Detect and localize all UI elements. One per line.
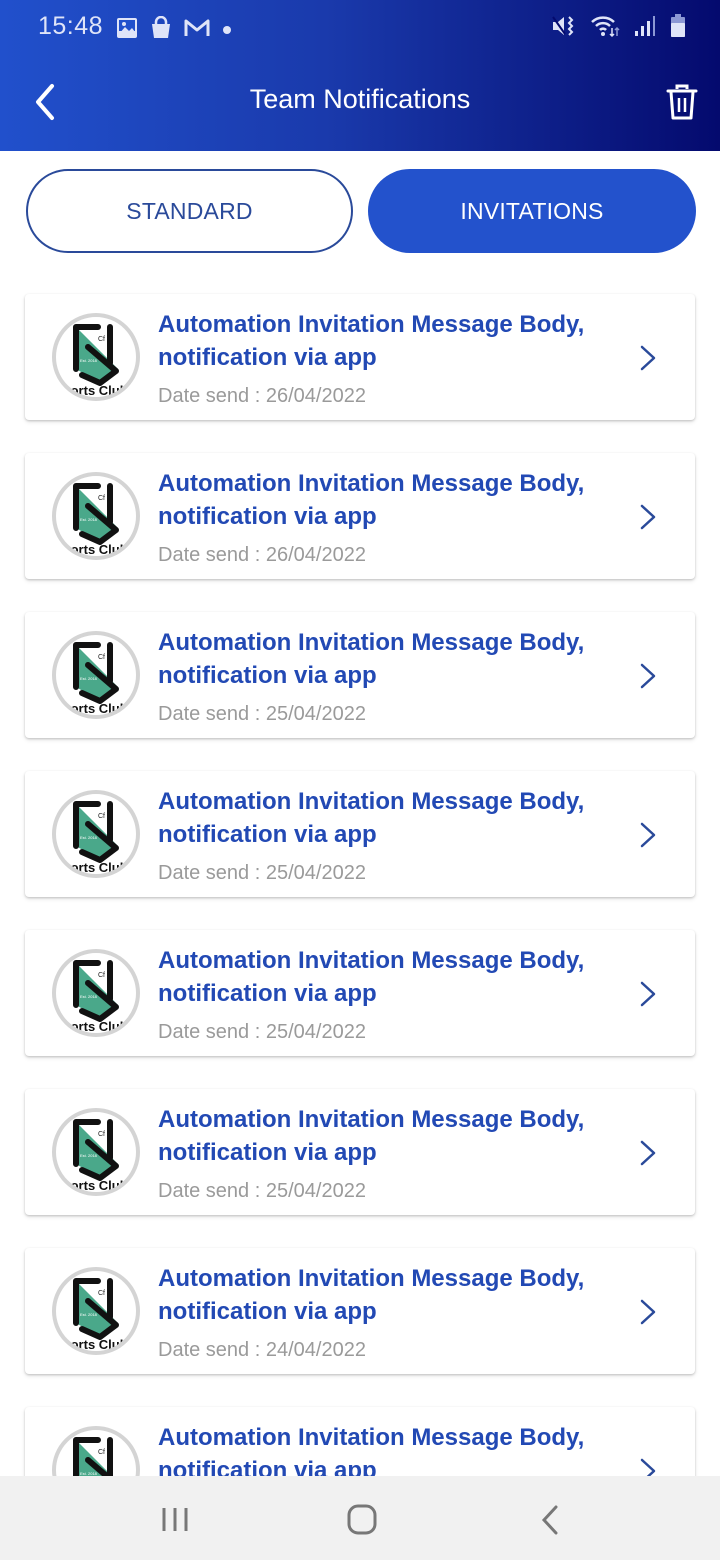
logo-initials: Cf: [98, 1449, 105, 1456]
notification-title: Automation Invitation Message Body, noti…: [158, 947, 585, 1007]
notification-date: Date send : 25/04/2022: [158, 703, 366, 725]
notification-title: Automation Invitation Message Body, noti…: [158, 311, 585, 371]
logo-initials: Cf: [98, 336, 105, 343]
notification-title: Automation Invitation Message Body, noti…: [158, 788, 585, 848]
chevron-right-icon: [640, 663, 656, 689]
notification-item[interactable]: Cf Est. 2018 Sports Club Automation Invi…: [25, 771, 695, 897]
logo-initials: Cf: [98, 654, 105, 661]
gallery-icon: [116, 17, 138, 44]
wifi-icon: [590, 14, 620, 43]
logo-name: Sports Club: [56, 383, 128, 397]
home-button[interactable]: [342, 1500, 382, 1540]
logo-name: Sports Club: [56, 1178, 128, 1192]
notification-item[interactable]: Cf Est. 2018 Sports Club Automation Invi…: [25, 1089, 695, 1215]
chevron-right-icon: [640, 504, 656, 530]
system-back-button[interactable]: [530, 1500, 570, 1540]
chevron-right-icon: [640, 981, 656, 1007]
delete-button[interactable]: [664, 84, 700, 122]
page-title: Team Notifications: [249, 84, 471, 114]
gmail-icon: [184, 18, 210, 43]
notification-title: Automation Invitation Message Body, noti…: [158, 1265, 585, 1325]
logo-est: Est. 2018: [80, 358, 98, 363]
logo-est: Est. 2018: [80, 1312, 98, 1317]
logo-initials: Cf: [98, 972, 105, 979]
back-icon: [541, 1505, 558, 1535]
notification-date: Date send : 26/04/2022: [158, 385, 366, 407]
tab-invitations[interactable]: INVITATIONS: [368, 169, 696, 253]
logo-name: Sports Club: [56, 701, 128, 715]
notification-item[interactable]: Cf Est. 2018 Sports Club Automation Invi…: [25, 930, 695, 1056]
dot-icon: [222, 22, 232, 40]
logo-name: Sports Club: [56, 542, 128, 556]
club-logo: Cf Est. 2018 Sports Club: [52, 949, 140, 1037]
logo-est: Est. 2018: [80, 517, 98, 522]
status-time: 15:48: [38, 12, 104, 40]
notification-item[interactable]: Cf Est. 2018 Sports Club Automation Invi…: [25, 1248, 695, 1374]
mute-vibrate-icon: [552, 14, 576, 43]
logo-est: Est. 2018: [80, 994, 98, 999]
logo-name: Sports Club: [56, 1019, 128, 1033]
tab-standard[interactable]: STANDARD: [26, 169, 353, 253]
notification-item[interactable]: Cf Est. 2018 Sports Club Automation Invi…: [25, 294, 695, 420]
notification-date: Date send : 25/04/2022: [158, 1180, 366, 1202]
club-logo: Cf Est. 2018 Sports Club: [52, 313, 140, 401]
notification-date: Date send : 24/04/2022: [158, 1339, 366, 1361]
status-bar: 15:48: [0, 0, 720, 56]
recent-apps-button[interactable]: [155, 1500, 195, 1540]
notification-tabs: STANDARD INVITATIONS: [26, 169, 696, 253]
club-logo: Cf Est. 2018 Sports Club: [52, 1267, 140, 1355]
notification-title: Automation Invitation Message Body, noti…: [158, 629, 585, 689]
logo-initials: Cf: [98, 1131, 105, 1138]
notification-item[interactable]: Cf Est. 2018 Sports Club Automation Invi…: [25, 453, 695, 579]
chevron-right-icon: [640, 1140, 656, 1166]
logo-initials: Cf: [98, 813, 105, 820]
logo-est: Est. 2018: [80, 835, 98, 840]
trash-icon: [666, 84, 698, 120]
logo-name: Sports Club: [56, 860, 128, 874]
notification-date: Date send : 25/04/2022: [158, 1021, 366, 1043]
notification-title: Automation Invitation Message Body, noti…: [158, 1106, 585, 1166]
club-logo: Cf Est. 2018 Sports Club: [52, 631, 140, 719]
shopping-bag-icon: [150, 15, 172, 45]
home-icon: [347, 1504, 377, 1535]
notification-date: Date send : 25/04/2022: [158, 862, 366, 884]
status-left-icons: [116, 15, 232, 45]
system-nav-bar: [0, 1476, 720, 1560]
signal-icon: [634, 15, 656, 42]
status-right-icons: [552, 14, 686, 43]
logo-name: Sports Club: [56, 1337, 128, 1351]
logo-initials: Cf: [98, 495, 105, 502]
notification-date: Date send : 26/04/2022: [158, 544, 366, 566]
recent-apps-icon: [162, 1508, 188, 1531]
chevron-right-icon: [640, 345, 656, 371]
header: 15:48 Team Notifications: [0, 0, 720, 151]
battery-icon: [670, 14, 686, 43]
club-logo: Cf Est. 2018 Sports Club: [52, 1108, 140, 1196]
notification-item[interactable]: Cf Est. 2018 Sports Club Automation Invi…: [25, 612, 695, 738]
logo-est: Est. 2018: [80, 676, 98, 681]
chevron-right-icon: [640, 1299, 656, 1325]
notification-title: Automation Invitation Message Body, noti…: [158, 470, 585, 530]
club-logo: Cf Est. 2018 Sports Club: [52, 790, 140, 878]
logo-est: Est. 2018: [80, 1153, 98, 1158]
chevron-right-icon: [640, 822, 656, 848]
club-logo: Cf Est. 2018 Sports Club: [52, 472, 140, 560]
logo-initials: Cf: [98, 1290, 105, 1297]
